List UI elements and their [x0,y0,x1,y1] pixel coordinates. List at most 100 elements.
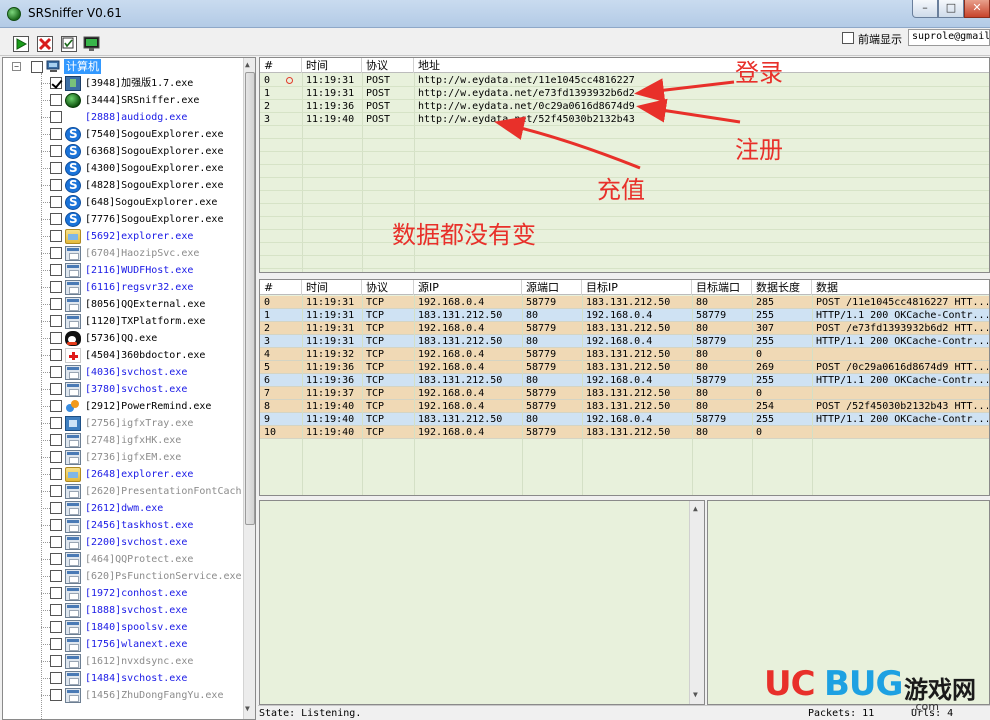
tree-root-label[interactable]: 计算机 [64,59,101,74]
start-capture-button[interactable] [13,36,29,52]
process-checkbox[interactable] [50,315,62,327]
scroll-down-icon[interactable]: ▼ [693,690,698,699]
process-item[interactable]: [7540]SogouExplorer.exe [3,126,243,143]
process-item[interactable]: [1120]TXPlatform.exe [3,313,243,330]
process-checkbox[interactable] [50,621,62,633]
process-checkbox[interactable] [50,536,62,548]
packet-row[interactable]: 1 11:19:31 TCP 183.131.212.50 80 192.168.0.4 5… [260,309,989,322]
process-checkbox[interactable] [50,281,62,293]
process-item[interactable]: [2456]taskhost.exe [3,517,243,534]
process-checkbox[interactable] [50,264,62,276]
process-checkbox[interactable] [50,672,62,684]
stop-capture-button[interactable] [37,36,53,52]
col-header-time[interactable]: 时间 [302,280,362,295]
process-checkbox[interactable] [50,196,62,208]
process-item[interactable]: [3444]SRSniffer.exe [3,92,243,109]
process-checkbox[interactable] [50,689,62,701]
process-checkbox[interactable] [50,213,62,225]
process-item[interactable]: [1888]svchost.exe [3,602,243,619]
packet-row[interactable]: 3 11:19:31 TCP 183.131.212.50 80 192.168.0.4 5… [260,335,989,348]
process-checkbox[interactable] [50,417,62,429]
process-item[interactable]: [2612]dwm.exe [3,500,243,517]
front-display-checkbox[interactable] [842,32,854,44]
process-item[interactable]: [1756]wlanext.exe [3,636,243,653]
process-item[interactable]: [5692]explorer.exe [3,228,243,245]
process-checkbox[interactable] [50,111,62,123]
front-display-filter-input[interactable]: suprole@gmail [908,29,990,46]
col-header-address[interactable]: 地址 [414,58,989,73]
process-item[interactable]: [8056]QQExternal.exe [3,296,243,313]
collapse-icon[interactable]: − [12,62,21,71]
process-item[interactable]: [4036]svchost.exe [3,364,243,381]
process-item[interactable]: [1456]ZhuDongFangYu.exe [3,687,243,704]
process-item[interactable]: [2756]igfxTray.exe [3,415,243,432]
col-header-dst-ip[interactable]: 目标IP [582,280,692,295]
process-item[interactable]: [2116]WUDFHost.exe [3,262,243,279]
process-checkbox[interactable] [50,400,62,412]
process-checkbox[interactable] [50,349,62,361]
process-checkbox[interactable] [50,638,62,650]
packet-row[interactable]: 7 11:19:37 TCP 192.168.0.4 58779 183.131.212.… [260,387,989,400]
process-item[interactable]: [1840]spoolsv.exe [3,619,243,636]
col-header-dst-port[interactable]: 目标端口 [692,280,752,295]
process-checkbox[interactable] [50,485,62,497]
process-item[interactable]: [1972]conhost.exe [3,585,243,602]
process-item[interactable]: [4828]SogouExplorer.exe [3,177,243,194]
packet-row[interactable]: 10 11:19:40 TCP 192.168.0.4 58779 183.131.212… [260,426,989,439]
hex-vertical-scrollbar[interactable]: ▲ ▼ [689,501,704,704]
process-item[interactable]: [464]QQProtect.exe [3,551,243,568]
url-row[interactable]: 2 11:19:36 POST http://w.eydata.net/0c29a06… [260,100,989,113]
process-item[interactable]: [4504]360bdoctor.exe [3,347,243,364]
hex-view-pane[interactable]: ▲ ▼ [259,500,705,705]
process-item[interactable]: [6704]HaozipSvc.exe [3,245,243,262]
process-item[interactable]: [620]PsFunctionService.exe [3,568,243,585]
process-item[interactable]: [2620]PresentationFontCach [3,483,243,500]
process-item[interactable]: [2648]explorer.exe [3,466,243,483]
process-item[interactable]: [2736]igfxEM.exe [3,449,243,466]
scroll-up-icon[interactable]: ▲ [693,504,698,513]
url-row[interactable]: 1 11:19:31 POST http://w.eydata.net/e73fd13… [260,87,989,100]
process-checkbox[interactable] [50,162,62,174]
process-item[interactable]: [6116]regsvr32.exe [3,279,243,296]
url-row[interactable]: 0 11:19:31 POST http://w.eydata.net/11e1045… [260,74,989,87]
process-item[interactable]: [1612]nvxdsync.exe [3,653,243,670]
process-item[interactable]: [5736]QQ.exe [3,330,243,347]
packet-row[interactable]: 9 11:19:40 TCP 183.131.212.50 80 192.168.0.4 5… [260,413,989,426]
process-item[interactable]: [3948]加强版1.7.exe [3,75,243,92]
maximize-button[interactable]: □ [938,0,964,18]
process-item[interactable]: [3780]svchost.exe [3,381,243,398]
col-header-src-port[interactable]: 源端口 [522,280,582,295]
process-checkbox[interactable] [50,570,62,582]
tree-root[interactable]: − 计算机 [3,58,243,75]
process-item[interactable]: [7776]SogouExplorer.exe [3,211,243,228]
col-header-src-ip[interactable]: 源IP [414,280,522,295]
filter-button[interactable] [61,36,77,52]
scroll-up-icon[interactable]: ▲ [245,60,250,69]
packet-row[interactable]: 4 11:19:32 TCP 192.168.0.4 58779 183.131.212.… [260,348,989,361]
process-checkbox[interactable] [50,434,62,446]
process-checkbox[interactable] [50,77,62,89]
process-checkbox[interactable] [50,298,62,310]
process-item[interactable]: [6368]SogouExplorer.exe [3,143,243,160]
process-checkbox[interactable] [50,332,62,344]
packet-row[interactable]: 8 11:19:40 TCP 192.168.0.4 58779 183.131.212.… [260,400,989,413]
process-item[interactable]: [1484]svchost.exe [3,670,243,687]
process-checkbox[interactable] [50,553,62,565]
col-header-time[interactable]: 时间 [302,58,362,73]
col-header-protocol[interactable]: 协议 [362,58,414,73]
process-checkbox[interactable] [50,587,62,599]
root-checkbox[interactable] [31,61,43,73]
process-item[interactable]: [4300]SogouExplorer.exe [3,160,243,177]
minimize-button[interactable]: – [912,0,938,18]
packet-row[interactable]: 0 11:19:31 TCP 192.168.0.4 58779 183.131.212.… [260,296,989,309]
process-item[interactable]: [2200]svchost.exe [3,534,243,551]
col-header-index[interactable]: # [260,58,302,73]
process-checkbox[interactable] [50,519,62,531]
process-checkbox[interactable] [50,451,62,463]
tree-scroll-thumb[interactable] [245,72,255,525]
packet-row[interactable]: 5 11:19:36 TCP 192.168.0.4 58779 183.131.212.… [260,361,989,374]
col-header-index[interactable]: # [260,280,302,295]
process-checkbox[interactable] [50,366,62,378]
process-checkbox[interactable] [50,179,62,191]
close-button[interactable]: ✕ [964,0,990,18]
